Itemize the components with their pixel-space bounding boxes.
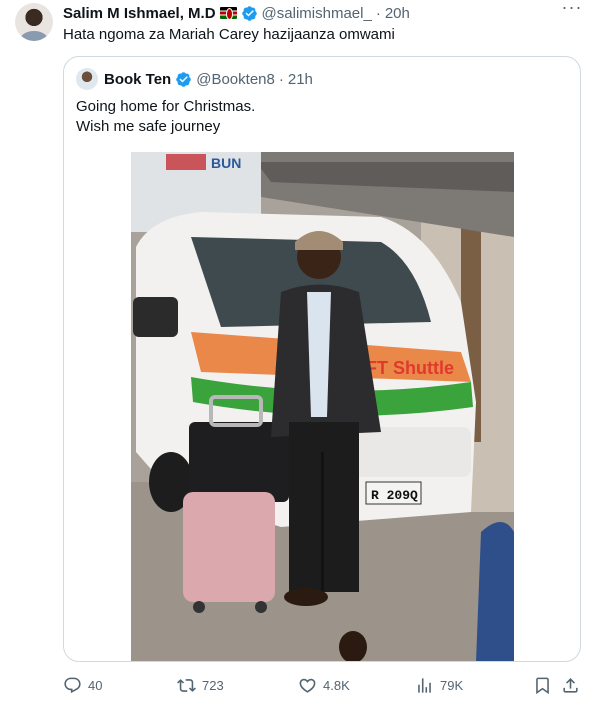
verified-icon [176, 71, 191, 87]
reply-button[interactable]: 40 [63, 672, 102, 698]
bookmark-icon [536, 677, 549, 694]
tweet-time[interactable]: 20h [385, 5, 410, 22]
views-count: 79K [440, 677, 464, 693]
bookmark-button[interactable] [533, 672, 552, 698]
separator-dot: · [278, 70, 284, 88]
van-sign: FT Shuttle [366, 358, 454, 378]
more-icon[interactable]: ··· [560, 0, 584, 20]
author-handle[interactable]: @salimishmael_ [262, 5, 372, 22]
quoted-text-line: Going home for Christmas. [76, 98, 256, 115]
tweet-header: Salim M Ishmael, M.D @salimishmael_ · 20… [63, 3, 410, 23]
quoted-text-line: Wish me safe journey [76, 118, 221, 135]
views-button[interactable]: 79K [415, 672, 463, 698]
share-icon [563, 677, 578, 693]
photo-illustration: BUN FT Shuttle R 209Q [131, 152, 514, 661]
tweet: Salim M Ishmael, M.D @salimishmael_ · 20… [0, 0, 599, 706]
verified-icon [241, 5, 257, 21]
like-count: 4.8K [323, 677, 350, 693]
van-plate: R 209Q [371, 488, 418, 503]
quoted-author-name[interactable]: Book Ten [104, 71, 171, 88]
kenya-flag-icon [219, 7, 237, 19]
views-icon [418, 677, 431, 693]
separator-dot: · [375, 4, 381, 22]
tweet-text: Hata ngoma za Mariah Carey hazijaanza om… [63, 26, 395, 43]
tweet-photo[interactable]: BUN FT Shuttle R 209Q [131, 152, 514, 661]
reply-icon [64, 677, 81, 693]
author-avatar[interactable] [15, 3, 53, 41]
sign-text: BUN [211, 155, 241, 171]
quoted-tweet-header: Book Ten @Bookten8 · 21h [76, 68, 313, 90]
share-button[interactable] [561, 672, 580, 698]
quoted-tweet-time[interactable]: 21h [288, 71, 313, 88]
repost-icon [177, 678, 196, 692]
like-button[interactable]: 4.8K [298, 672, 350, 698]
repost-count: 723 [202, 677, 224, 693]
quoted-tweet[interactable]: Book Ten @Bookten8 · 21h Going home for … [63, 56, 581, 662]
like-icon [299, 678, 316, 693]
quoted-author-avatar[interactable] [76, 68, 98, 90]
author-name[interactable]: Salim M Ishmael, M.D [63, 5, 216, 22]
repost-button[interactable]: 723 [177, 672, 224, 698]
quoted-author-handle[interactable]: @Bookten8 [196, 71, 275, 88]
quoted-tweet-text: Going home for Christmas. Wish me safe j… [76, 97, 255, 137]
tweet-actions: 40 723 4.8K 79K [63, 672, 588, 698]
reply-count: 40 [88, 677, 103, 693]
